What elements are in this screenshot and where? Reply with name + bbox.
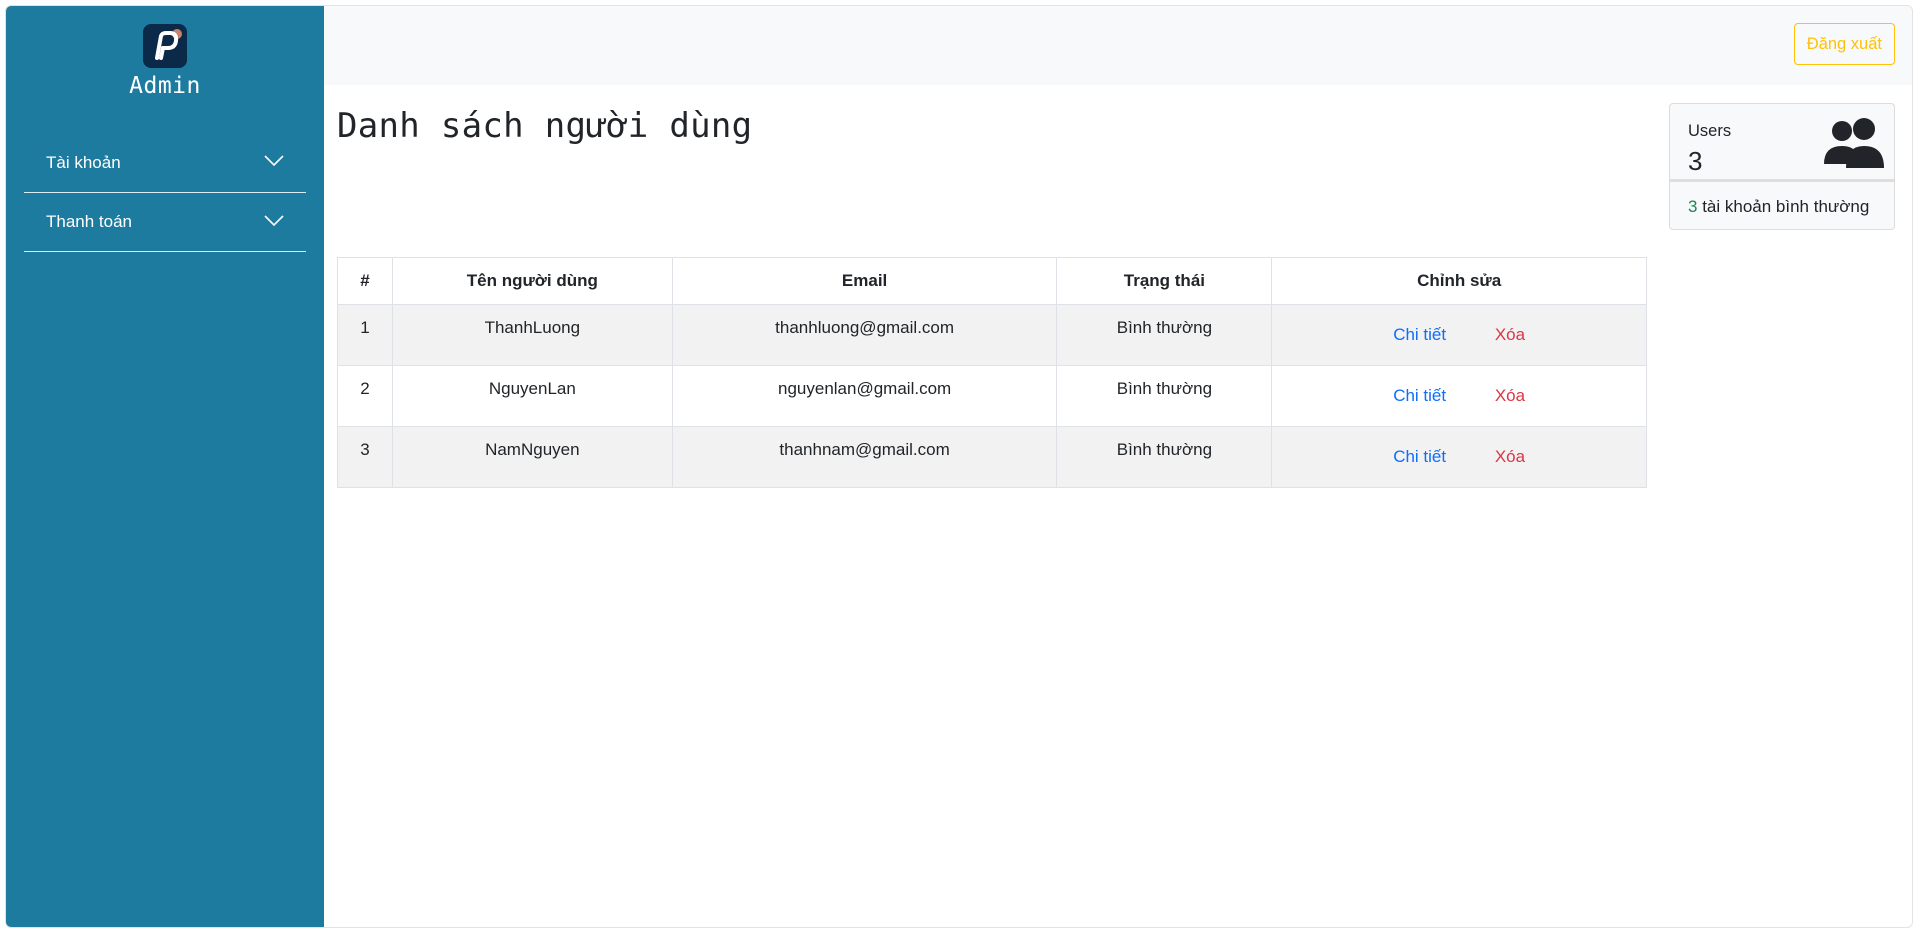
- sidebar-item-thanh-toan[interactable]: Thanh toán: [24, 193, 306, 252]
- brand: Admin: [6, 24, 324, 99]
- card-footer: 3 tài khoản bình thường: [1688, 197, 1869, 217]
- table-row: 2 NguyenLan nguyenlan@gmail.com Bình thư…: [337, 365, 1647, 427]
- row-index: 1: [337, 304, 393, 366]
- chevron-down-icon: [264, 155, 284, 167]
- row-index: 3: [337, 426, 393, 488]
- chevron-down-icon: [264, 215, 284, 227]
- row-username: NguyenLan: [391, 365, 673, 427]
- row-email: thanhnam@gmail.com: [671, 426, 1058, 488]
- sidebar-menu: Tài khoản Thanh toán: [24, 133, 306, 252]
- users-summary-card: Users 3 3 tài khoản bình thường: [1669, 103, 1895, 230]
- column-header-index: #: [337, 257, 393, 305]
- page-title: Danh sách người dùng: [337, 106, 753, 146]
- app-logo: [143, 24, 187, 68]
- detail-button[interactable]: Chi tiết: [1371, 386, 1468, 406]
- card-header: Users 3: [1670, 104, 1894, 182]
- row-index: 2: [337, 365, 393, 427]
- row-email: thanhluong@gmail.com: [671, 304, 1058, 366]
- app-window: Admin Tài khoản Thanh toán Đăng xuất Dan…: [5, 5, 1913, 928]
- row-actions: Chi tiết Xóa: [1271, 365, 1647, 427]
- table-row: 3 NamNguyen thanhnam@gmail.com Bình thườ…: [337, 426, 1647, 488]
- topbar: Đăng xuất: [324, 6, 1912, 85]
- row-status: Bình thường: [1056, 426, 1273, 488]
- detail-button[interactable]: Chi tiết: [1371, 325, 1468, 345]
- row-username: ThanhLuong: [391, 304, 673, 366]
- column-header-edit: Chỉnh sửa: [1271, 257, 1647, 305]
- brand-title: Admin: [129, 73, 201, 99]
- column-header-status: Trạng thái: [1056, 257, 1273, 305]
- delete-button[interactable]: Xóa: [1473, 325, 1547, 345]
- row-email: nguyenlan@gmail.com: [671, 365, 1058, 427]
- row-status: Bình thường: [1056, 365, 1273, 427]
- users-icon: [1824, 118, 1884, 168]
- logout-button[interactable]: Đăng xuất: [1793, 23, 1895, 65]
- delete-button[interactable]: Xóa: [1473, 386, 1547, 406]
- sidebar: Admin Tài khoản Thanh toán: [6, 6, 324, 927]
- row-username: NamNguyen: [391, 426, 673, 488]
- detail-button[interactable]: Chi tiết: [1371, 447, 1468, 467]
- sidebar-item-label: Thanh toán: [46, 212, 133, 231]
- row-actions: Chi tiết Xóa: [1271, 304, 1647, 366]
- normal-text: tài khoản bình thường: [1697, 197, 1870, 216]
- card-label: Users: [1688, 122, 1732, 140]
- sidebar-item-label: Tài khoản: [46, 152, 121, 172]
- table-header-row: # Tên người dùng Email Trạng thái Chỉnh …: [337, 257, 1647, 305]
- user-count: 3: [1688, 146, 1703, 176]
- row-actions: Chi tiết Xóa: [1271, 426, 1647, 488]
- table-row: 1 ThanhLuong thanhluong@gmail.com Bình t…: [337, 304, 1647, 366]
- delete-button[interactable]: Xóa: [1473, 447, 1547, 467]
- users-table: # Tên người dùng Email Trạng thái Chỉnh …: [337, 257, 1647, 488]
- column-header-email: Email: [671, 257, 1058, 305]
- row-status: Bình thường: [1056, 304, 1273, 366]
- column-header-username: Tên người dùng: [391, 257, 673, 305]
- sidebar-item-tai-khoan[interactable]: Tài khoản: [24, 133, 306, 193]
